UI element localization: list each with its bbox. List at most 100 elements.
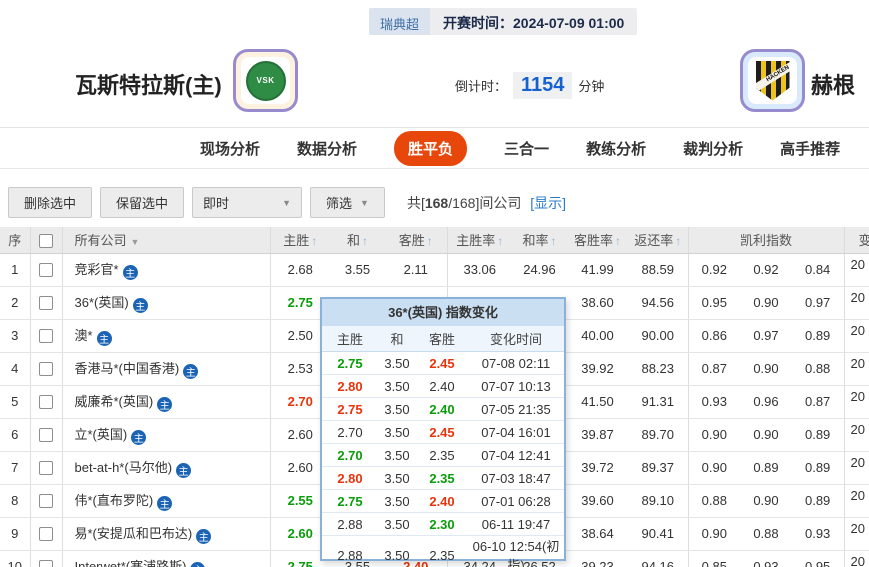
away-rate: 39.60: [567, 484, 628, 517]
company-cell: 36*(英国)主: [62, 286, 270, 319]
home-odds[interactable]: 2.68: [270, 253, 330, 286]
home-team-name: 瓦斯特拉斯(主): [75, 68, 222, 100]
col-kelly: 凯利指数: [688, 227, 844, 253]
kelly-1: 0.90: [702, 427, 727, 442]
kelly-values: 0.900.900.89: [689, 427, 844, 442]
col-company[interactable]: 所有公司▼: [62, 227, 270, 253]
away-rate: 40.00: [567, 319, 628, 352]
popup-home-odds: 2.75: [322, 356, 378, 371]
change-cell: 20: [844, 352, 869, 385]
col-home-odds[interactable]: 主胜↑: [270, 227, 330, 253]
company-name[interactable]: 澳*: [75, 328, 93, 343]
tab-7[interactable]: 高手推荐: [780, 138, 840, 159]
company-name[interactable]: 36*(英国): [75, 295, 129, 310]
kelly-cell: 0.880.900.89: [688, 484, 844, 517]
company-name[interactable]: bet-at-h*(马尔他): [75, 460, 173, 475]
row-checkbox[interactable]: [39, 263, 53, 277]
odds-comparison-page: 瑞典超 开赛时间：2024-07-09 01:00 瓦斯特拉斯(主) VSK 倒…: [0, 0, 869, 567]
company-name[interactable]: 伟*(直布罗陀): [75, 493, 154, 508]
count-prefix: 共[: [407, 195, 425, 211]
col-draw-rate[interactable]: 和率↑: [512, 227, 567, 253]
tab-1[interactable]: 现场分析: [200, 138, 260, 159]
tab-6[interactable]: 裁判分析: [683, 138, 743, 159]
company-name[interactable]: 立*(英国): [75, 427, 128, 442]
company-name[interactable]: 易*(安提瓜和巴布达): [75, 526, 193, 541]
draw-odds[interactable]: 3.55: [330, 253, 385, 286]
col-return-rate[interactable]: 返还率↑: [628, 227, 688, 253]
row-checkbox[interactable]: [39, 527, 53, 541]
countdown-value: 1154: [513, 72, 572, 99]
popup-away-odds: 2.35: [416, 548, 468, 563]
row-checkbox[interactable]: [39, 560, 53, 567]
return-rate: 90.00: [628, 319, 688, 352]
kelly-2: 0.90: [753, 361, 778, 376]
kelly-3: 0.93: [805, 526, 830, 541]
row-checkbox[interactable]: [39, 494, 53, 508]
company-count: 共[168/168]间公司 [显示]: [407, 193, 566, 213]
change-cell: 20: [844, 418, 869, 451]
time-filter-value: 即时: [203, 193, 229, 212]
col-draw-odds[interactable]: 和↑: [330, 227, 385, 253]
sort-asc-icon: ↑: [675, 234, 681, 248]
popup-history-row: 2.703.502.4507-04 16:01: [322, 421, 564, 444]
away-team-logo: HÄCKEN: [740, 49, 805, 112]
change-cell: 20: [844, 319, 869, 352]
popup-header-row: 主胜和客胜变化时间: [322, 326, 564, 352]
select-all-checkbox[interactable]: [39, 234, 53, 248]
league-badge[interactable]: 瑞典超: [369, 8, 430, 35]
time-filter-select[interactable]: 即时 ▼: [192, 187, 302, 218]
filter-button[interactable]: 筛选 ▼: [310, 187, 385, 218]
popup-home-odds: 2.88: [322, 548, 378, 563]
col-home-rate[interactable]: 主胜率↑: [447, 227, 512, 253]
popup-away-odds: 2.30: [416, 517, 468, 532]
return-rate: 89.10: [628, 484, 688, 517]
row-checkbox[interactable]: [39, 461, 53, 475]
col-away-rate[interactable]: 客胜率↑: [567, 227, 628, 253]
kelly-1: 0.87: [702, 361, 727, 376]
away-rate: 41.50: [567, 385, 628, 418]
main-badge-icon: 主: [157, 397, 172, 412]
return-rate: 89.70: [628, 418, 688, 451]
company-name[interactable]: 香港马*(中国香港): [75, 361, 180, 376]
delete-selected-button[interactable]: 删除选中: [8, 187, 92, 218]
row-checkbox[interactable]: [39, 296, 53, 310]
kelly-values: 0.880.900.89: [689, 493, 844, 508]
tab-5[interactable]: 教练分析: [586, 138, 646, 159]
show-link[interactable]: [显示]: [530, 195, 566, 211]
popup-away-odds: 2.35: [416, 471, 468, 486]
col-change: 变: [844, 227, 869, 253]
row-checkbox[interactable]: [39, 428, 53, 442]
tab-2[interactable]: 数据分析: [297, 138, 357, 159]
row-index: 5: [0, 385, 30, 418]
kelly-3: 0.88: [805, 361, 830, 376]
home-logo-frame: VSK: [241, 57, 290, 104]
kelly-3: 0.87: [805, 394, 830, 409]
row-checkbox[interactable]: [39, 395, 53, 409]
popup-change-time: 06-10 12:54(初指): [468, 536, 564, 567]
col-draw-rate-label: 和率: [522, 233, 548, 248]
kelly-cell: 0.920.920.84: [688, 253, 844, 286]
tab-4[interactable]: 三合一: [504, 138, 549, 159]
away-odds[interactable]: 2.11: [385, 253, 447, 286]
kelly-values: 0.920.920.84: [689, 262, 844, 277]
popup-draw-odds: 3.50: [378, 494, 416, 509]
tab-3[interactable]: 胜平负: [394, 131, 467, 166]
popup-draw-odds: 3.50: [378, 356, 416, 371]
col-away-odds[interactable]: 客胜↑: [385, 227, 447, 253]
row-checkbox[interactable]: [39, 362, 53, 376]
popup-draw-odds: 3.50: [378, 448, 416, 463]
kelly-1: 0.88: [702, 493, 727, 508]
kelly-2: 0.93: [753, 559, 778, 567]
main-badge-icon: 主: [157, 496, 172, 511]
popup-away-odds: 2.35: [416, 448, 468, 463]
company-name[interactable]: Interwet*(塞浦路斯): [75, 559, 187, 567]
change-cell: 20: [844, 451, 869, 484]
company-cell: 易*(安提瓜和巴布达)主: [62, 517, 270, 550]
keep-selected-button[interactable]: 保留选中: [100, 187, 184, 218]
row-checkbox-cell: [30, 385, 62, 418]
kelly-values: 0.930.960.87: [689, 394, 844, 409]
row-checkbox[interactable]: [39, 329, 53, 343]
company-name[interactable]: 竞彩官*: [75, 262, 119, 277]
company-name[interactable]: 威廉希*(英国): [75, 394, 154, 409]
col-away-label: 客胜: [399, 233, 425, 248]
